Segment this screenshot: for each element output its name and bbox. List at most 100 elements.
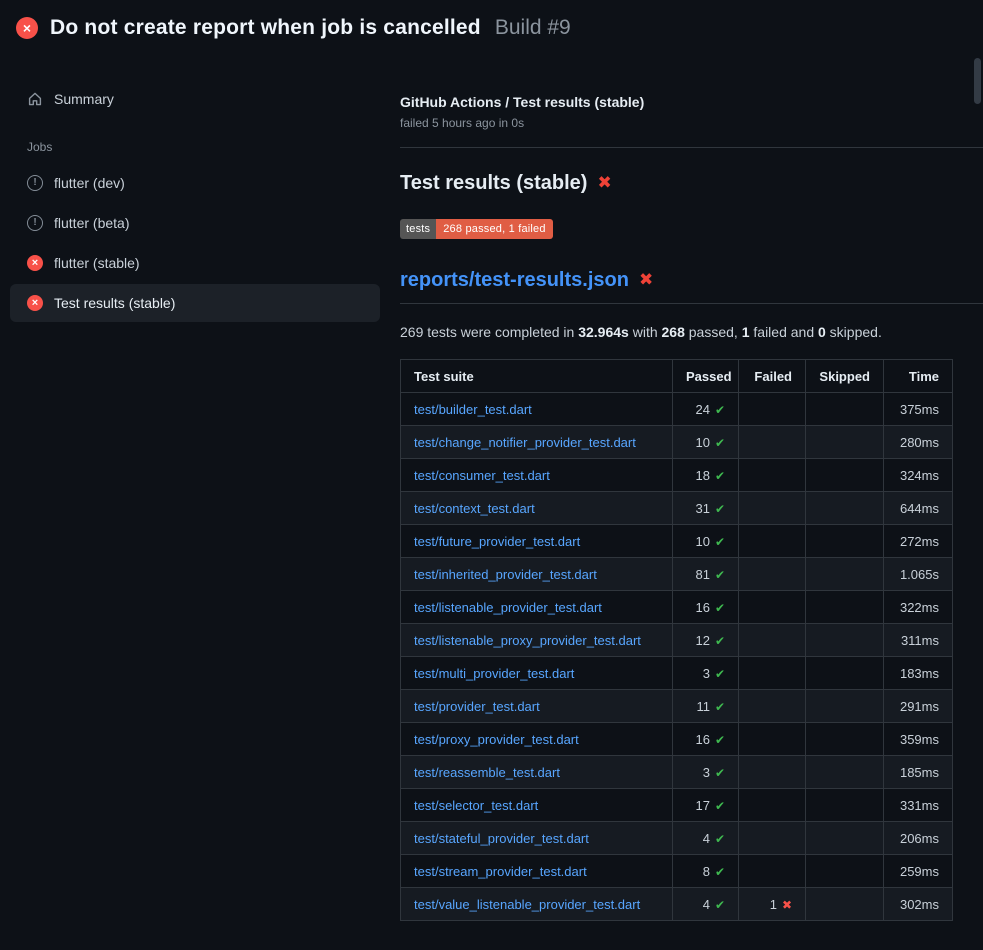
time-cell: 280ms bbox=[884, 426, 953, 459]
passed-cell: 3✔ bbox=[673, 756, 739, 789]
badge-label: tests bbox=[400, 219, 436, 239]
table-row: test/reassemble_test.dart3✔185ms bbox=[401, 756, 953, 789]
check-icon: ✔ bbox=[715, 502, 725, 516]
page-title: Do not create report when job is cancell… bbox=[50, 16, 481, 40]
suite-link[interactable]: test/future_provider_test.dart bbox=[414, 534, 580, 549]
suite-link[interactable]: test/selector_test.dart bbox=[414, 798, 538, 813]
time-cell: 185ms bbox=[884, 756, 953, 789]
passed-count: 12 bbox=[695, 633, 709, 648]
check-heading-text: Test results (stable) bbox=[400, 172, 587, 195]
passed-cell: 18✔ bbox=[673, 459, 739, 492]
suite-link[interactable]: test/consumer_test.dart bbox=[414, 468, 550, 483]
suite-cell: test/change_notifier_provider_test.dart bbox=[401, 426, 673, 459]
suite-cell: test/stateful_provider_test.dart bbox=[401, 822, 673, 855]
suite-link[interactable]: test/context_test.dart bbox=[414, 501, 535, 516]
time-cell: 302ms bbox=[884, 888, 953, 921]
suite-link[interactable]: test/reassemble_test.dart bbox=[414, 765, 560, 780]
table-row: test/builder_test.dart24✔375ms bbox=[401, 393, 953, 426]
failed-cell: 1✖ bbox=[739, 888, 806, 921]
passed-cell: 4✔ bbox=[673, 822, 739, 855]
suite-cell: test/proxy_provider_test.dart bbox=[401, 723, 673, 756]
suite-cell: test/consumer_test.dart bbox=[401, 459, 673, 492]
time-cell: 291ms bbox=[884, 690, 953, 723]
suite-link[interactable]: test/stream_provider_test.dart bbox=[414, 864, 587, 879]
failed-cell bbox=[739, 855, 806, 888]
sidebar-item-flutter-stable[interactable]: ×flutter (stable) bbox=[10, 244, 380, 282]
passed-count: 16 bbox=[695, 600, 709, 615]
cross-icon: ✖ bbox=[782, 898, 792, 912]
table-row: test/stateful_provider_test.dart4✔206ms bbox=[401, 822, 953, 855]
failed-count: 1 bbox=[770, 897, 777, 912]
report-link[interactable]: reports/test-results.json bbox=[400, 269, 629, 292]
passed-cell: 10✔ bbox=[673, 525, 739, 558]
time-cell: 375ms bbox=[884, 393, 953, 426]
col-skipped: Skipped bbox=[806, 360, 884, 393]
sidebar-item-label: Summary bbox=[54, 91, 114, 107]
summary-text: 269 tests were completed in bbox=[400, 324, 578, 340]
col-failed: Failed bbox=[739, 360, 806, 393]
failed-cell bbox=[739, 822, 806, 855]
failed-cell bbox=[739, 690, 806, 723]
report-heading: reports/test-results.json ✖ bbox=[400, 269, 983, 304]
suite-link[interactable]: test/inherited_provider_test.dart bbox=[414, 567, 597, 582]
suite-link[interactable]: test/multi_provider_test.dart bbox=[414, 666, 574, 681]
suite-link[interactable]: test/proxy_provider_test.dart bbox=[414, 732, 579, 747]
passed-count: 3 bbox=[703, 765, 710, 780]
table-row: test/context_test.dart31✔644ms bbox=[401, 492, 953, 525]
table-header-row: Test suite Passed Failed Skipped Time bbox=[401, 360, 953, 393]
suite-link[interactable]: test/builder_test.dart bbox=[414, 402, 532, 417]
suite-cell: test/provider_test.dart bbox=[401, 690, 673, 723]
check-icon: ✔ bbox=[715, 865, 725, 879]
suite-cell: test/listenable_provider_test.dart bbox=[401, 591, 673, 624]
check-icon: ✔ bbox=[715, 700, 725, 714]
sidebar: Summary Jobs !flutter (dev)!flutter (bet… bbox=[0, 56, 390, 324]
col-test-suite: Test suite bbox=[401, 360, 673, 393]
scrollbar-thumb[interactable] bbox=[974, 58, 981, 104]
failed-status-icon: × bbox=[27, 255, 43, 271]
passed-count: 4 bbox=[703, 831, 710, 846]
sidebar-item-flutter-dev[interactable]: !flutter (dev) bbox=[10, 164, 380, 202]
suite-link[interactable]: test/stateful_provider_test.dart bbox=[414, 831, 589, 846]
suite-link[interactable]: test/listenable_provider_test.dart bbox=[414, 600, 602, 615]
failed-cell bbox=[739, 492, 806, 525]
check-icon: ✔ bbox=[715, 436, 725, 450]
main-panel: GitHub Actions / Test results (stable) f… bbox=[390, 56, 983, 921]
suite-cell: test/stream_provider_test.dart bbox=[401, 855, 673, 888]
suite-cell: test/selector_test.dart bbox=[401, 789, 673, 822]
passed-count: 10 bbox=[695, 435, 709, 450]
sidebar-item-summary[interactable]: Summary bbox=[10, 80, 380, 118]
failed-status-icon: × bbox=[16, 17, 38, 39]
time-cell: 1.065s bbox=[884, 558, 953, 591]
sidebar-item-flutter-beta[interactable]: ! flutter (beta) bbox=[10, 204, 380, 242]
sidebar-item-test-results-stable[interactable]: ×Test results (stable) bbox=[10, 284, 380, 322]
suite-link[interactable]: test/listenable_proxy_provider_test.dart bbox=[414, 633, 641, 648]
sidebar-item-label: flutter (beta) bbox=[54, 215, 129, 231]
passed-cell: 16✔ bbox=[673, 723, 739, 756]
build-number: Build #9 bbox=[495, 16, 571, 40]
suite-cell: test/reassemble_test.dart bbox=[401, 756, 673, 789]
passed-count: 31 bbox=[695, 501, 709, 516]
failed-cell bbox=[739, 657, 806, 690]
skipped-cell bbox=[806, 723, 884, 756]
skipped-cell bbox=[806, 855, 884, 888]
suite-link[interactable]: test/change_notifier_provider_test.dart bbox=[414, 435, 636, 450]
check-icon: ✔ bbox=[715, 733, 725, 747]
skipped-cell bbox=[806, 789, 884, 822]
passed-count: 11 bbox=[696, 699, 710, 714]
suite-link[interactable]: test/provider_test.dart bbox=[414, 699, 540, 714]
check-icon: ✔ bbox=[715, 766, 725, 780]
check-icon: ✔ bbox=[715, 535, 725, 549]
failed-x-icon: ✖ bbox=[639, 272, 653, 289]
suite-link[interactable]: test/value_listenable_provider_test.dart bbox=[414, 897, 640, 912]
time-cell: 183ms bbox=[884, 657, 953, 690]
neutral-status-icon: ! bbox=[27, 215, 43, 231]
skipped-cell bbox=[806, 393, 884, 426]
table-row: test/provider_test.dart 11 ✔ 291ms bbox=[401, 690, 953, 723]
failed-status-icon: × bbox=[27, 295, 43, 311]
check-heading: Test results (stable) ✖ bbox=[400, 172, 983, 195]
passed-cell: 10 ✔ bbox=[673, 426, 739, 459]
table-row: test/value_listenable_provider_test.dart… bbox=[401, 888, 953, 921]
check-icon: ✔ bbox=[715, 634, 725, 648]
failed-cell bbox=[739, 558, 806, 591]
table-row: test/consumer_test.dart18✔324ms bbox=[401, 459, 953, 492]
